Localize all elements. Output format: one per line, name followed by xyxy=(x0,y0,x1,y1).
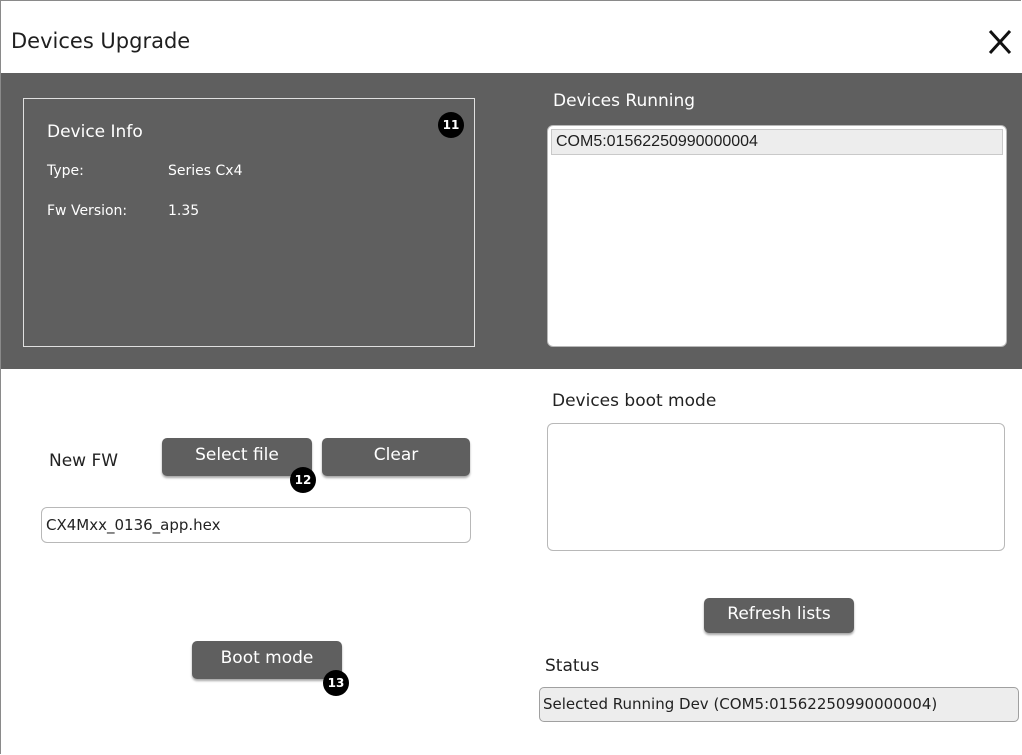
fw-file-input[interactable] xyxy=(41,507,471,543)
devices-boot-mode-list[interactable] xyxy=(547,423,1005,551)
devices-running-list[interactable]: COM5:01562250990000004 xyxy=(547,125,1007,347)
devices-running-label: Devices Running xyxy=(553,91,696,111)
new-fw-label: New FW xyxy=(49,451,119,471)
devices-running-item[interactable]: COM5:01562250990000004 xyxy=(551,129,1003,155)
close-icon xyxy=(988,29,1012,55)
select-file-button[interactable]: Select file xyxy=(162,438,312,476)
devices-boot-mode-label: Devices boot mode xyxy=(552,391,717,411)
type-label: Type: xyxy=(47,163,84,179)
callout-marker-13: 13 xyxy=(323,670,349,696)
boot-mode-button[interactable]: Boot mode xyxy=(192,641,342,679)
callout-marker-11: 11 xyxy=(438,112,464,138)
status-field: Selected Running Dev (COM5:0156225099000… xyxy=(539,687,1019,722)
window-title: Devices Upgrade xyxy=(11,29,191,53)
status-label: Status xyxy=(545,656,600,676)
device-info-title: Device Info xyxy=(47,122,143,142)
callout-marker-12: 12 xyxy=(290,467,316,493)
fw-version-value: 1.35 xyxy=(168,203,200,219)
devices-upgrade-window: Devices Upgrade Device Info Type: Series… xyxy=(0,0,1022,754)
fw-version-label: Fw Version: xyxy=(47,203,128,219)
type-value: Series Cx4 xyxy=(168,163,243,179)
refresh-lists-button[interactable]: Refresh lists xyxy=(704,598,854,633)
clear-button[interactable]: Clear xyxy=(322,438,470,476)
close-button[interactable] xyxy=(985,27,1015,57)
